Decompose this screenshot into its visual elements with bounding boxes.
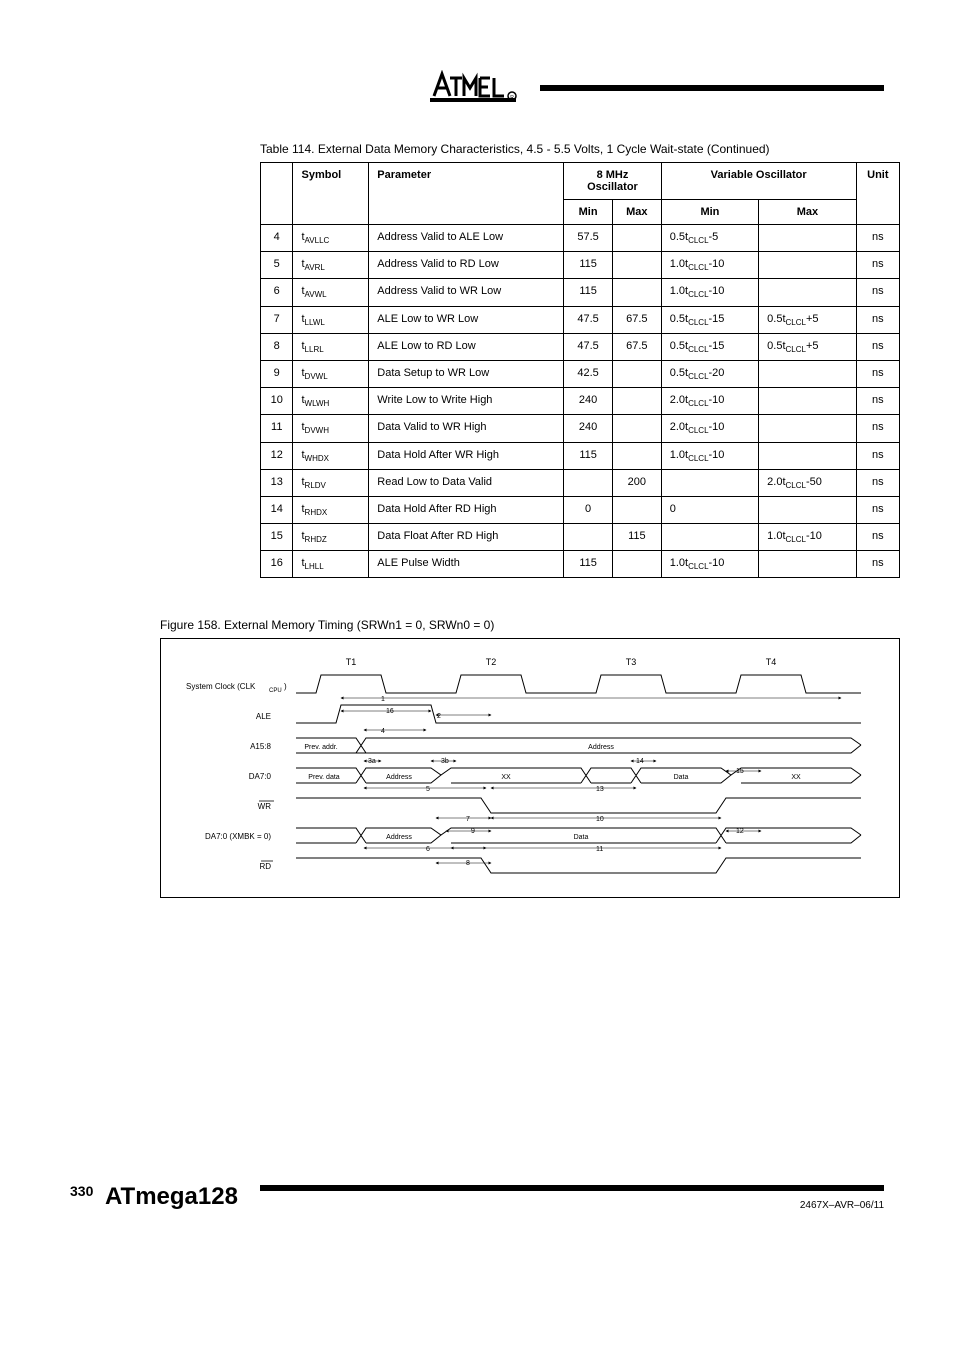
table-row: 5tAVRLAddress Valid to RD Low1151.0tCLCL… [261,252,900,279]
table-row: 16tLHLLALE Pulse Width1151.0tCLCL-10ns [261,551,900,578]
svg-text:T2: T2 [486,657,497,667]
svg-text:8: 8 [466,860,470,867]
svg-text:T4: T4 [766,657,777,667]
table-row: 14tRHDXData Hold After RD High00ns [261,496,900,523]
svg-text:Prev. data: Prev. data [308,774,339,781]
svg-text:A15:8: A15:8 [250,742,271,751]
svg-text:7: 7 [466,816,470,823]
svg-text:T3: T3 [626,657,637,667]
footer-rule [260,1185,884,1191]
svg-text:System Clock (CLK: System Clock (CLK [186,682,256,691]
svg-text:11: 11 [596,846,603,853]
header-rule [540,85,884,91]
svg-text:Data: Data [674,774,689,781]
svg-text:9: 9 [471,828,475,835]
table-row: 6tAVWLAddress Valid to WR Low1151.0tCLCL… [261,279,900,306]
timing-diagram: T1 T2 T3 T4 System Clock (CLK CPU ) ALE … [160,638,900,898]
page-number: 330 [70,1183,93,1199]
svg-text:DA7:0: DA7:0 [249,772,272,781]
svg-text:3a: 3a [368,758,376,765]
table-row: 9tDVWLData Setup to WR Low42.50.5tCLCL-2… [261,360,900,387]
table-caption: Table 114. External Data Memory Characte… [260,142,884,156]
svg-text:XX: XX [501,774,511,781]
svg-text:2: 2 [437,713,441,720]
svg-text:Data: Data [574,834,589,841]
svg-text:RD: RD [259,862,271,871]
table-row: 8tLLRLALE Low to RD Low47.567.50.5tCLCL-… [261,333,900,360]
svg-text:Prev. addr.: Prev. addr. [304,744,337,751]
svg-text:1: 1 [381,696,385,703]
doc-id: 2467X–AVR–06/11 [800,1200,884,1211]
svg-text:CPU: CPU [269,688,282,694]
table-row: 11tDVWHData Valid to WR High2402.0tCLCL-… [261,415,900,442]
table-row: 13tRLDVRead Low to Data Valid2002.0tCLCL… [261,469,900,496]
svg-text:15: 15 [736,768,744,775]
svg-text:3b: 3b [441,758,449,765]
figure-caption: Figure 158. External Memory Timing (SRWn… [160,618,884,632]
table-row: 7tLLWLALE Low to WR Low47.567.50.5tCLCL-… [261,306,900,333]
svg-text:14: 14 [636,758,644,765]
svg-text:5: 5 [426,786,430,793]
svg-text:ALE: ALE [256,712,271,721]
doc-title: ATmega128 [105,1183,238,1211]
table-row: 4tAVLLCAddress Valid to ALE Low57.50.5tC… [261,225,900,252]
svg-text:R: R [510,95,514,101]
timing-label: T1 [346,657,357,667]
svg-text:Address: Address [386,774,412,781]
svg-text:Address: Address [588,744,614,751]
table-row: 15tRHDZData Float After RD High1151.0tCL… [261,524,900,551]
data-table: Symbol Parameter 8 MHz Oscillator Variab… [260,162,900,578]
svg-text:6: 6 [426,846,430,853]
svg-text:WR: WR [258,802,272,811]
svg-text:16: 16 [386,708,394,715]
svg-text:13: 13 [596,786,604,793]
svg-text:): ) [284,682,287,691]
table-row: 12tWHDXData Hold After WR High1151.0tCLC… [261,442,900,469]
table-header-row: Symbol Parameter 8 MHz Oscillator Variab… [261,163,900,200]
svg-text:4: 4 [381,728,385,735]
svg-text:Address: Address [386,834,412,841]
svg-text:10: 10 [596,816,604,823]
table-row: 10tWLWHWrite Low to Write High2402.0tCLC… [261,388,900,415]
page-header: R [70,70,884,106]
svg-text:12: 12 [736,828,744,835]
svg-text:DA7:0 (XMBK = 0): DA7:0 (XMBK = 0) [205,832,271,841]
svg-text:XX: XX [791,774,801,781]
atmel-logo: R [430,70,520,106]
